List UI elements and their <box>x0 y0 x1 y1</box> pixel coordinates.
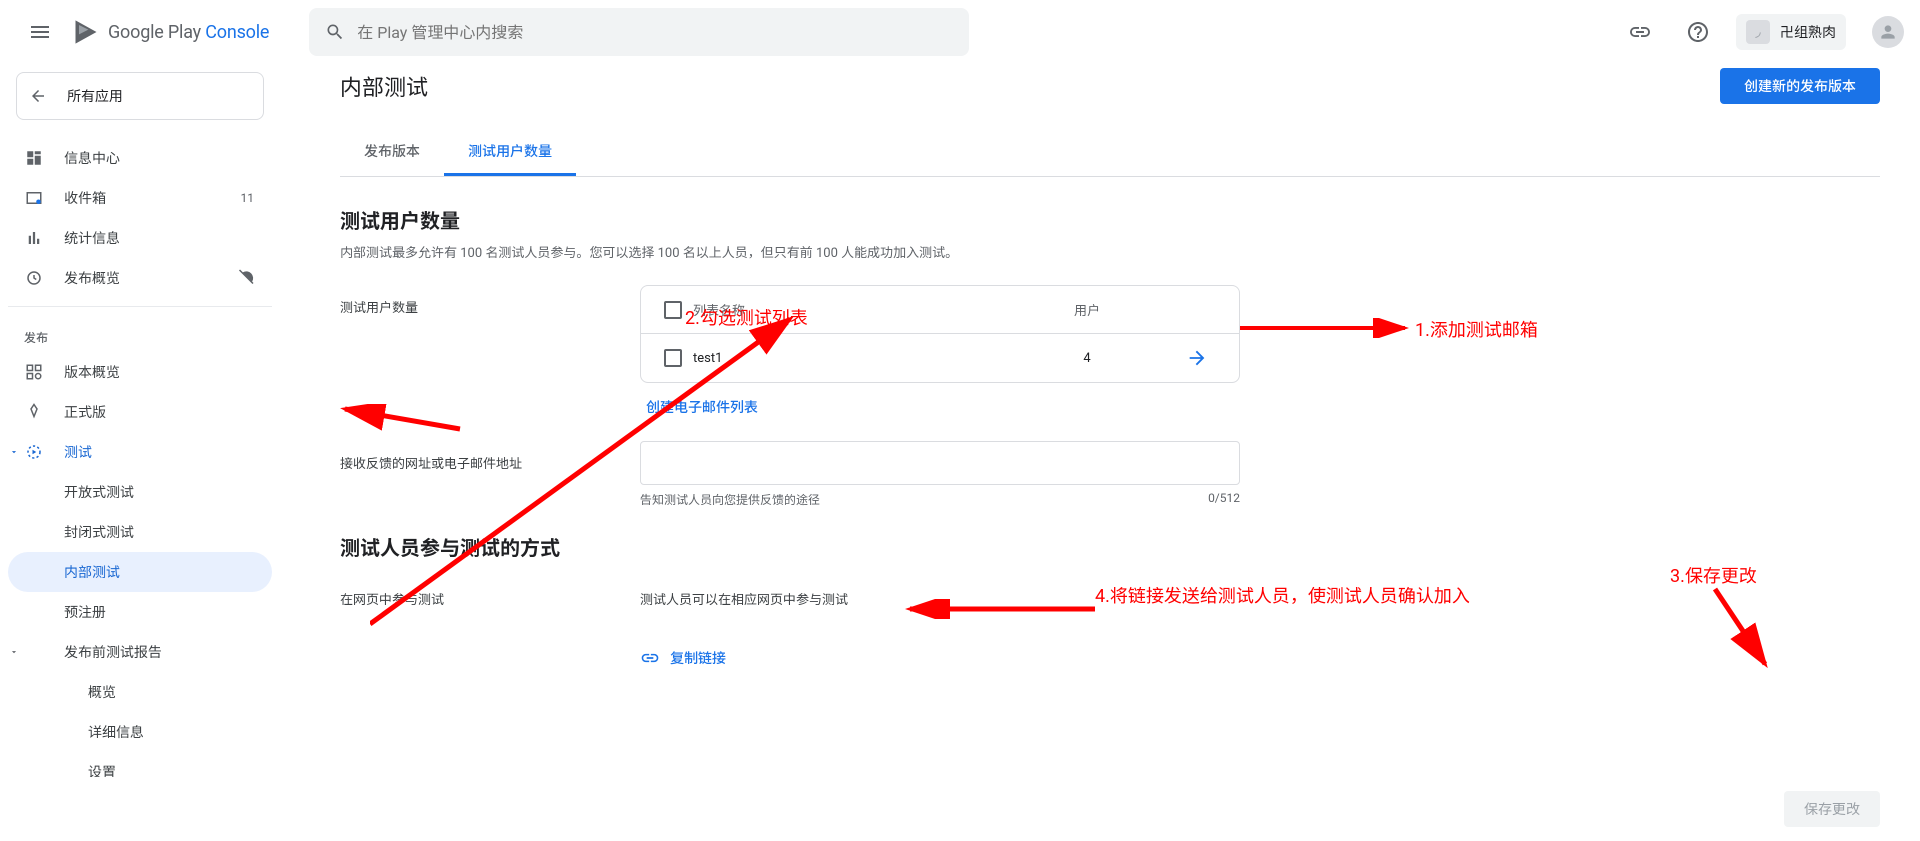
nav-label: 发布前测试报告 <box>64 642 162 662</box>
nav-label: 版本概览 <box>64 362 120 382</box>
nav-prelaunch-details[interactable]: 详细信息 <box>8 712 272 752</box>
tab-releases[interactable]: 发布版本 <box>340 128 444 176</box>
nav-label: 封闭式测试 <box>64 522 134 542</box>
copy-link-label: 复制链接 <box>670 648 726 668</box>
table-row: test1 4 <box>641 334 1239 382</box>
nav-label: 概览 <box>88 682 116 702</box>
search-box[interactable] <box>309 8 969 56</box>
nav-label: 发布概览 <box>64 268 120 288</box>
web-join-description: 测试人员可以在相应网页中参与测试 <box>640 577 1240 608</box>
nav-prelaunch-overview[interactable]: 概览 <box>8 672 272 712</box>
nav-open-testing[interactable]: 开放式测试 <box>8 472 272 512</box>
nav-pre-registration[interactable]: 预注册 <box>8 592 272 632</box>
back-label: 所有应用 <box>67 86 123 106</box>
list-user-count: 4 <box>1007 351 1167 366</box>
dashboard-icon <box>24 149 44 167</box>
tab-testers[interactable]: 测试用户数量 <box>444 128 576 176</box>
back-to-all-apps[interactable]: 所有应用 <box>16 72 264 120</box>
nav-dashboard[interactable]: 信息中心 <box>8 138 272 178</box>
arrow-left-icon <box>29 87 47 105</box>
nav-internal-testing[interactable]: 内部测试 <box>8 552 272 592</box>
nav-testing[interactable]: 测试 <box>8 432 272 472</box>
nav-label: 信息中心 <box>64 148 120 168</box>
feedback-url-label: 接收反馈的网址或电子邮件地址 <box>340 441 640 472</box>
inbox-icon <box>24 189 44 207</box>
nav-publishing-overview[interactable]: 发布概览 <box>8 258 272 298</box>
create-email-list-link[interactable]: 创建电子邮件列表 <box>640 383 758 417</box>
caret-down-icon <box>4 447 24 457</box>
app-switcher[interactable]: ◞ 卍组熟肉 <box>1736 14 1846 50</box>
col-header-users: 用户 <box>1007 300 1167 319</box>
search-icon <box>325 22 345 42</box>
link-icon <box>640 648 660 668</box>
help-button[interactable] <box>1678 12 1718 52</box>
testers-label: 测试用户数量 <box>340 285 640 316</box>
play-console-icon <box>72 18 100 46</box>
select-all-checkbox[interactable] <box>664 301 682 319</box>
rocket-icon <box>24 403 44 421</box>
person-icon <box>1878 22 1898 42</box>
nav-prelaunch-report[interactable]: 发布前测试报告 <box>8 632 272 672</box>
app-icon: ◞ <box>1746 20 1770 44</box>
clock-icon <box>24 269 44 287</box>
logo-text-prefix: Google Play <box>108 22 205 43</box>
feedback-char-counter: 0/512 <box>1208 491 1240 508</box>
tabs: 发布版本 测试用户数量 <box>340 128 1880 177</box>
nav-label: 测试 <box>64 442 92 462</box>
nav-section-publish: 发布 <box>8 315 272 352</box>
user-avatar[interactable] <box>1872 16 1904 48</box>
feedback-helper: 告知测试人员向您提供反馈的途径 <box>640 491 820 508</box>
web-join-label: 在网页中参与测试 <box>340 577 640 608</box>
nav-label: 收件箱 <box>64 188 106 208</box>
inbox-badge: 11 <box>241 191 255 205</box>
nav-inbox[interactable]: 收件箱 11 <box>8 178 272 218</box>
feedback-url-input[interactable] <box>640 441 1240 485</box>
help-icon <box>1686 20 1710 44</box>
nav-label: 预注册 <box>64 602 106 622</box>
save-button[interactable]: 保存更改 <box>1784 791 1880 827</box>
caret-down-icon <box>4 647 24 657</box>
tester-lists-table: 列表名称 用户 test1 4 <box>640 285 1240 383</box>
page-title: 内部测试 <box>340 70 428 102</box>
footer-bar: 保存更改 <box>0 777 1920 841</box>
nav-label: 开放式测试 <box>64 482 134 502</box>
edit-list-button[interactable] <box>1177 338 1217 378</box>
row-checkbox[interactable] <box>664 349 682 367</box>
nav-release-overview[interactable]: 版本概览 <box>8 352 272 392</box>
nav-closed-testing[interactable]: 封闭式测试 <box>8 512 272 552</box>
nav-production[interactable]: 正式版 <box>8 392 272 432</box>
hamburger-menu-button[interactable] <box>16 8 64 56</box>
arrow-right-icon <box>1186 347 1208 369</box>
nav-label: 详细信息 <box>88 722 144 742</box>
nav-label: 统计信息 <box>64 228 120 248</box>
nav-label: 内部测试 <box>64 562 120 582</box>
join-method-title: 测试人员参与测试的方式 <box>340 532 1880 561</box>
stats-icon <box>24 229 44 247</box>
testing-icon <box>24 443 44 461</box>
link-icon <box>1628 20 1652 44</box>
col-header-name: 列表名称 <box>693 300 1007 319</box>
logo-text-suffix: Console <box>205 22 269 43</box>
nav-stats[interactable]: 统计信息 <box>8 218 272 258</box>
copy-link-button[interactable]: 复制链接 <box>640 648 1240 668</box>
managed-publishing-off-icon <box>238 267 256 289</box>
hamburger-icon <box>28 20 52 44</box>
nav-label: 正式版 <box>64 402 106 422</box>
create-release-button[interactable]: 创建新的发布版本 <box>1720 68 1880 104</box>
section-title: 测试用户数量 <box>340 205 1880 234</box>
app-name: 卍组熟肉 <box>1780 22 1836 42</box>
section-description: 内部测试最多允许有 100 名测试人员参与。您可以选择 100 名以上人员，但只… <box>340 242 1880 261</box>
grid-icon <box>24 363 44 381</box>
logo: Google Play Console <box>72 18 269 46</box>
link-button[interactable] <box>1620 12 1660 52</box>
list-name: test1 <box>693 351 1007 366</box>
search-input[interactable] <box>357 23 953 42</box>
